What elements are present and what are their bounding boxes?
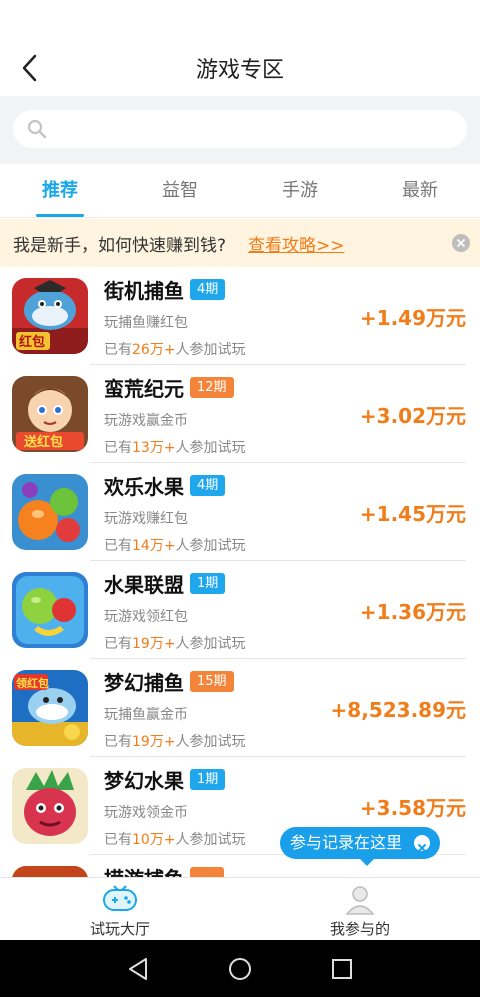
circle-home-icon (229, 958, 251, 980)
game-name: 街机捕鱼 (104, 279, 184, 303)
tab-my-participation-label: 我参与的 (329, 920, 390, 938)
game-list: 红包 街机捕鱼 4期 玩捕鱼赚红包 已有26万+人参加试玩 +1.49万元 送红… (0, 267, 480, 877)
game-desc: 玩捕鱼赚红包 (104, 315, 188, 331)
tab-trial-hall-label: 试玩大厅 (89, 920, 150, 938)
period-badge: 12期 (190, 377, 234, 398)
reward-amount: +3.58万元 (359, 796, 466, 820)
tab-puzzle[interactable]: 益智 (120, 164, 240, 217)
search-icon (27, 119, 47, 139)
bottom-tab-bar: 试玩大厅 我参与的 (0, 877, 480, 940)
category-tabs: 推荐 益智 手游 最新 (0, 164, 480, 218)
game-name: 蛮荒纪元 (104, 377, 184, 401)
guide-link[interactable]: 查看攻略>> (248, 231, 345, 256)
close-icon (456, 238, 466, 248)
reward-amount: +3.02万元 (359, 404, 466, 428)
nav-back-button[interactable] (123, 954, 153, 984)
period-badge: 4期 (190, 279, 226, 300)
close-notice-button[interactable] (452, 234, 470, 252)
list-item[interactable]: 领红包 梦幻捕鱼 15期 玩捕鱼赢金币 已有19万+人参加试玩 +8,523.8… (0, 659, 480, 757)
notice-text: 我是新手，如何快速赚到钱? (13, 235, 227, 256)
svg-text:领红包: 领红包 (15, 676, 49, 690)
list-item[interactable]: 水果联盟 1期 玩游戏领红包 已有19万+人参加试玩 +1.36万元 (0, 561, 480, 659)
svg-text:送红包: 送红包 (23, 434, 63, 450)
shark-game-icon: 领红包 (12, 670, 88, 746)
svg-text:红包: 红包 (19, 334, 45, 350)
joined-count: 已有26万+人参加试玩 (104, 342, 246, 358)
warrior-game-icon: 送红包 (12, 376, 88, 452)
game-name: 梦幻捕鱼 (104, 671, 184, 695)
newbie-notice: 我是新手，如何快速赚到钱? 查看攻略>> (0, 219, 480, 267)
game-desc: 玩游戏赚红包 (104, 511, 188, 527)
period-badge: 1期 (190, 769, 226, 790)
game-desc: 玩捕鱼赢金币 (104, 707, 188, 723)
joined-count: 已有19万+人参加试玩 (104, 636, 246, 652)
search-box[interactable] (13, 110, 467, 148)
joined-count: 已有19万+人参加试玩 (104, 734, 246, 750)
joined-count: 已有10万+人参加试玩 (104, 832, 246, 848)
game-name: 捞游捕鱼 (104, 863, 184, 877)
period-badge: 15期 (190, 671, 234, 692)
records-tooltip[interactable]: 参与记录在这里 (280, 827, 440, 866)
reward-amount: +8,523.89元 (330, 698, 466, 722)
tooltip-close-button[interactable] (414, 835, 430, 853)
list-item[interactable]: 送红包 蛮荒纪元 12期 玩游戏赢金币 已有13万+人参加试玩 +3.02万元 (0, 365, 480, 463)
nav-recents-button[interactable] (327, 954, 357, 984)
page-title: 游戏专区 (195, 58, 284, 83)
fruit-league-icon (12, 572, 88, 648)
fruit-game-icon (12, 474, 88, 550)
fish-game-icon: 红包 (12, 278, 88, 354)
joined-count: 已有13万+人参加试玩 (104, 440, 246, 456)
game-desc: 玩游戏领金币 (104, 805, 188, 821)
tooltip-arrow (360, 859, 374, 866)
period-badge (190, 867, 224, 877)
game-name: 水果联盟 (104, 573, 184, 597)
header: 游戏专区 (0, 0, 480, 96)
system-nav-bar (0, 940, 480, 997)
game-desc: 玩游戏领红包 (104, 609, 188, 625)
list-item[interactable]: 欢乐水果 4期 玩游戏赚红包 已有14万+人参加试玩 +1.45万元 (0, 463, 480, 561)
tab-newest[interactable]: 最新 (360, 164, 480, 217)
nav-home-button[interactable] (225, 954, 255, 984)
tab-trial-hall[interactable]: 试玩大厅 (0, 878, 240, 940)
joined-count: 已有14万+人参加试玩 (104, 538, 246, 554)
gamepad-icon (102, 884, 138, 918)
tab-mobile[interactable]: 手游 (240, 164, 360, 217)
triangle-back-icon (129, 958, 147, 980)
game-name: 梦幻水果 (104, 769, 184, 793)
search-bar-area (0, 96, 480, 164)
reward-amount: +1.49万元 (359, 306, 466, 330)
game-name: 欢乐水果 (104, 475, 184, 499)
user-icon (344, 884, 376, 920)
reward-amount: +1.45万元 (359, 502, 466, 526)
tab-my-participation[interactable]: 我参与的 (240, 878, 480, 940)
game-desc: 玩游戏赢金币 (104, 413, 188, 429)
period-badge: 1期 (190, 573, 226, 594)
tooltip-text: 参与记录在这里 (290, 833, 403, 852)
period-badge: 4期 (190, 475, 226, 496)
search-input[interactable] (55, 110, 467, 148)
dragonfruit-game-icon (12, 768, 88, 844)
square-recents-icon (332, 959, 352, 979)
partial-game-icon (12, 866, 88, 877)
reward-amount: +1.36万元 (359, 600, 466, 624)
tab-recommend[interactable]: 推荐 (0, 164, 120, 217)
list-item[interactable]: 红包 街机捕鱼 4期 玩捕鱼赚红包 已有26万+人参加试玩 +1.49万元 (0, 267, 480, 365)
close-icon (417, 843, 427, 853)
